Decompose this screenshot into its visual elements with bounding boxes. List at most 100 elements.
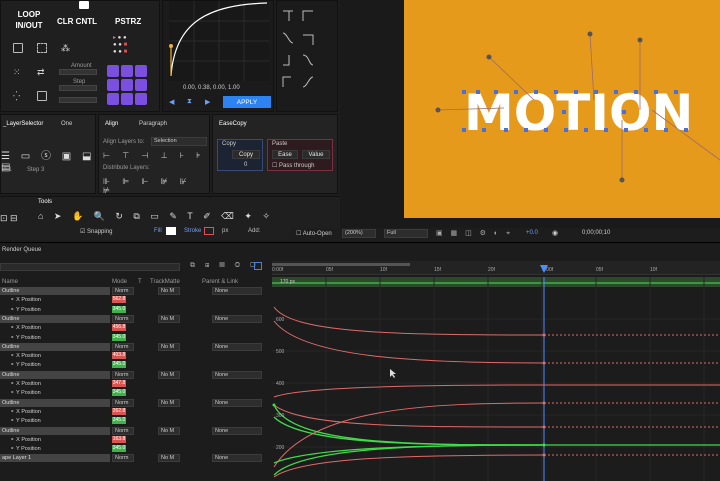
camera-icon[interactable]: ◉ bbox=[552, 229, 558, 237]
align-target-dropdown[interactable]: Selection bbox=[151, 137, 207, 146]
purple-grid-3[interactable] bbox=[135, 65, 147, 77]
layer-row[interactable]: Outline bbox=[0, 287, 110, 295]
parent-dropdown[interactable]: None bbox=[212, 454, 262, 463]
track-matte-dropdown[interactable]: No M bbox=[158, 287, 180, 295]
dots-icon[interactable]: ⁙ bbox=[13, 67, 23, 77]
tab-easecopy[interactable]: EaseCopy bbox=[219, 121, 247, 127]
distribute-icons-row[interactable]: ⊪ ⊫ ⊩ ⊯ ⊮ ⊭ bbox=[103, 177, 209, 195]
property-value[interactable]: 345.0 bbox=[112, 417, 126, 425]
ease-button[interactable]: Ease bbox=[272, 150, 298, 159]
blend-mode-dropdown[interactable]: Norm bbox=[112, 398, 134, 407]
tab-one[interactable]: One bbox=[61, 121, 72, 127]
blend-mode-dropdown[interactable]: Norm bbox=[112, 454, 134, 463]
track-matte-dropdown[interactable]: No M bbox=[158, 426, 180, 435]
property-row[interactable]: ⚬ Y Position bbox=[0, 445, 110, 453]
property-row[interactable]: ⚬ Y Position bbox=[0, 361, 110, 369]
track-matte-dropdown[interactable]: No M bbox=[158, 370, 180, 379]
amount-field[interactable] bbox=[59, 69, 97, 75]
align-icon[interactable] bbox=[13, 43, 23, 53]
parent-dropdown[interactable]: None bbox=[212, 314, 262, 323]
zoom-dropdown[interactable]: (200%) bbox=[342, 229, 376, 238]
blend-mode-dropdown[interactable]: Norm bbox=[112, 287, 134, 295]
apply-button[interactable]: APPLY bbox=[223, 96, 271, 108]
blend-mode-dropdown[interactable]: Norm bbox=[112, 426, 134, 435]
clr-cntl-button[interactable]: CLR CNTL bbox=[57, 17, 97, 26]
parent-dropdown[interactable]: None bbox=[212, 342, 262, 351]
layer-row[interactable]: Outline bbox=[0, 370, 110, 379]
pass-through-checkbox[interactable]: ☐ Pass through bbox=[272, 162, 314, 169]
layer-row[interactable]: ape Layer 1 bbox=[0, 454, 110, 463]
track-matte-dropdown[interactable]: No M bbox=[158, 342, 180, 351]
purple-grid-9[interactable] bbox=[135, 93, 147, 105]
layer-row[interactable]: Outline bbox=[0, 426, 110, 435]
track-matte-dropdown[interactable]: No M bbox=[158, 454, 180, 463]
layer-row[interactable]: Outline bbox=[0, 314, 110, 323]
property-value[interactable]: 347.8 bbox=[112, 380, 126, 387]
layer-row[interactable]: Outline bbox=[0, 398, 110, 407]
grid-icon[interactable]: ⁛ bbox=[13, 91, 23, 101]
align-icons-row[interactable]: ⊢ ⊤ ⊣ ⊥ ⊦ ⊧ bbox=[103, 151, 205, 160]
property-row[interactable]: ⚬ X Position bbox=[0, 296, 110, 304]
pencil-icon[interactable] bbox=[79, 1, 89, 9]
property-row[interactable]: ⚬ Y Position bbox=[0, 417, 110, 425]
loop-in-out-button[interactable]: LOOP IN/OUT bbox=[9, 9, 49, 31]
property-value[interactable]: 345.0 bbox=[112, 361, 126, 369]
property-value[interactable]: 345.0 bbox=[112, 305, 126, 313]
property-row[interactable]: ⚬ Y Position bbox=[0, 334, 110, 342]
purple-grid-6[interactable] bbox=[135, 79, 147, 91]
tab-tools[interactable]: Tools bbox=[38, 199, 52, 205]
property-value[interactable]: 403.8 bbox=[112, 352, 126, 360]
property-row[interactable]: ⚬ Y Position bbox=[0, 389, 110, 397]
left-tool-icons[interactable]: ⊡ ⊟ bbox=[0, 213, 18, 224]
crop-icon[interactable] bbox=[37, 91, 47, 101]
copy-button[interactable]: Copy bbox=[232, 150, 260, 159]
work-area-bar[interactable] bbox=[272, 263, 410, 266]
purple-grid-5[interactable] bbox=[121, 79, 133, 91]
anchor-icon[interactable] bbox=[37, 43, 47, 53]
property-value[interactable]: 562.8 bbox=[112, 296, 126, 304]
value-button[interactable]: Value bbox=[302, 150, 330, 159]
property-row[interactable]: ⚬ X Position bbox=[0, 380, 110, 388]
purple-grid-7[interactable] bbox=[107, 93, 119, 105]
exposure-value[interactable]: +0.0 bbox=[526, 230, 538, 236]
kpt-field[interactable] bbox=[59, 97, 97, 103]
step-field[interactable] bbox=[59, 85, 97, 91]
snapping-checkbox[interactable]: ☑ Snapping bbox=[80, 228, 112, 235]
stroke-swatch[interactable] bbox=[204, 227, 214, 235]
purple-grid-2[interactable] bbox=[121, 65, 133, 77]
property-value[interactable]: 262.8 bbox=[112, 407, 126, 415]
property-row[interactable]: ⚬ Y Position bbox=[0, 306, 110, 314]
graph-editor[interactable] bbox=[272, 277, 720, 481]
viewer-canvas[interactable]: MOTION bbox=[404, 0, 720, 218]
parent-dropdown[interactable]: None bbox=[212, 370, 262, 379]
parent-dropdown[interactable]: None bbox=[212, 287, 262, 295]
render-queue-tab[interactable]: Render Queue bbox=[2, 247, 41, 253]
track-matte-dropdown[interactable]: No M bbox=[158, 314, 180, 323]
graph-editor-toggle-icon[interactable] bbox=[254, 262, 262, 270]
layer-selector-icons[interactable]: ☰ ▭ ⓢ ▣ ⬓ ▤ bbox=[1, 147, 97, 173]
tab-paragraph[interactable]: Paragraph bbox=[139, 121, 167, 127]
property-value[interactable]: 345.0 bbox=[112, 445, 126, 453]
purple-grid-8[interactable] bbox=[121, 93, 133, 105]
fill-swatch[interactable] bbox=[166, 227, 176, 235]
timecode[interactable]: 0;00;00;10 bbox=[582, 230, 610, 236]
purple-grid-1[interactable] bbox=[107, 65, 119, 77]
ease-preset-mid-icon[interactable]: ⧗ bbox=[187, 98, 192, 106]
pstrz-button[interactable]: PSTRZ bbox=[115, 17, 141, 26]
blend-mode-dropdown[interactable]: Norm bbox=[112, 314, 134, 323]
viewer-icons[interactable]: ▣ ▦ ◫ ⚙ ◐ ⌖ bbox=[436, 229, 513, 238]
curve-preset-thumbnails[interactable] bbox=[279, 3, 337, 109]
parent-dropdown[interactable]: None bbox=[212, 398, 262, 407]
property-row[interactable]: ⚬ X Position bbox=[0, 324, 110, 332]
ease-preset-left-icon[interactable]: ◀ bbox=[169, 98, 174, 106]
composition-viewer[interactable]: MOTION bbox=[340, 0, 720, 228]
tab-align[interactable]: Align bbox=[105, 121, 118, 127]
property-value[interactable]: 345.0 bbox=[112, 389, 126, 397]
property-value[interactable]: 163.8 bbox=[112, 435, 126, 443]
property-row[interactable]: ⚬ X Position bbox=[0, 352, 110, 360]
ease-preset-right-icon[interactable]: ▶ bbox=[205, 98, 210, 106]
layer-row[interactable]: Outline bbox=[0, 342, 110, 351]
track-matte-dropdown[interactable]: No M bbox=[158, 398, 180, 407]
property-row[interactable]: ⚬ X Position bbox=[0, 436, 110, 444]
property-row[interactable]: ⚬ X Position bbox=[0, 408, 110, 416]
